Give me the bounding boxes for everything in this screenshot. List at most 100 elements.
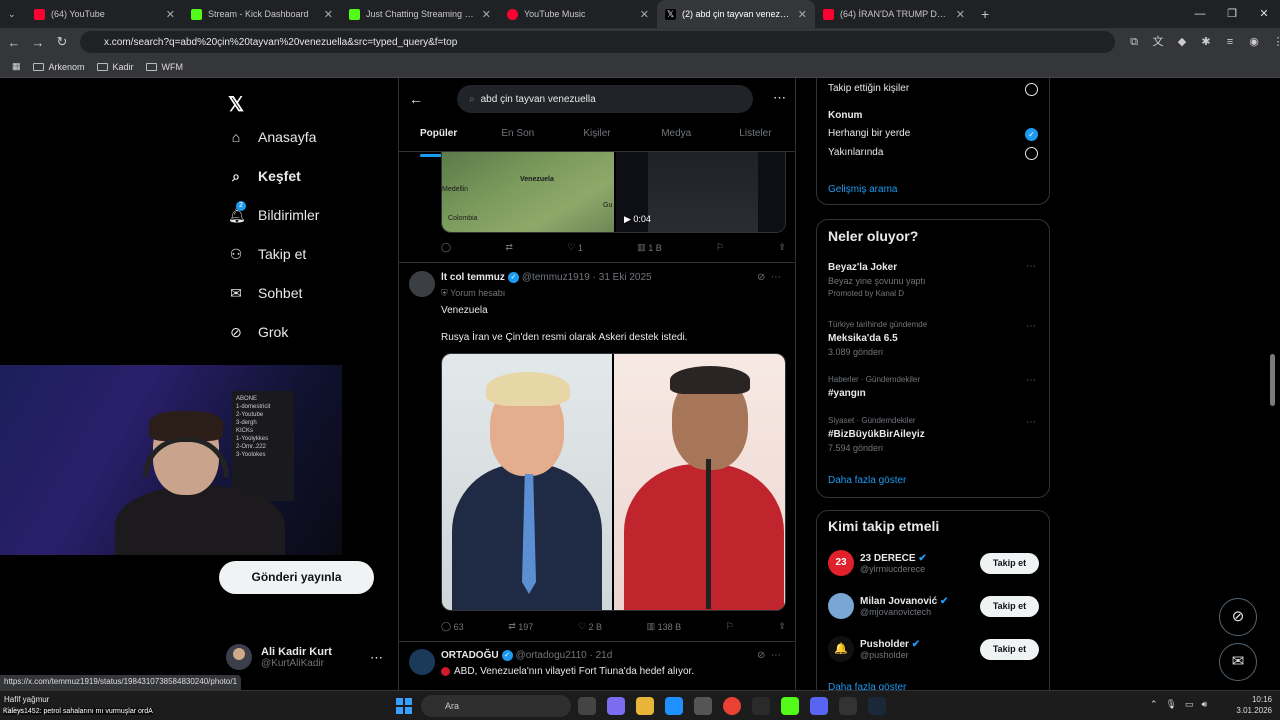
profile-icon[interactable]: ◉	[1245, 32, 1263, 52]
follow-button[interactable]: Takip et	[980, 639, 1039, 660]
trend-item[interactable]: Siyaset · Gündemdekiler #BizBüyükBirAile…	[828, 416, 925, 453]
follow-show-more[interactable]: Daha fazla göster	[828, 682, 906, 690]
close-icon[interactable]: ✕	[950, 8, 965, 21]
more-icon[interactable]: ⋯	[1026, 321, 1036, 332]
repost-button[interactable]: ⇄	[505, 242, 513, 253]
suggested-account[interactable]: 23 23 DERECE ✔ @yirmiucderece	[828, 550, 927, 576]
more-icon[interactable]: ⋯	[1026, 375, 1036, 386]
reply-button[interactable]: ◯	[441, 242, 451, 253]
tab-kick-dashboard[interactable]: Stream - Kick Dashboard ✕	[183, 0, 341, 28]
copilot-icon[interactable]	[607, 697, 625, 715]
tab-latest[interactable]: En Son	[478, 122, 557, 151]
new-tab-button[interactable]: +	[973, 0, 999, 28]
clock[interactable]: 10:16 3.01.2026	[1230, 694, 1272, 716]
like-button[interactable]: ♡ 1	[567, 242, 583, 253]
restore-icon[interactable]: ❐	[1216, 0, 1248, 28]
network-icon[interactable]: ▭	[1185, 699, 1194, 710]
grok-icon[interactable]: ⊘ ⋯	[757, 650, 781, 661]
translate-icon[interactable]: 文	[1149, 32, 1167, 52]
follow-button[interactable]: Takip et	[980, 596, 1039, 617]
chrome-icon[interactable]	[723, 697, 741, 715]
views-button[interactable]: ▥ 138 B	[647, 621, 682, 632]
back-arrow-icon[interactable]: ←	[409, 91, 433, 107]
bookmark-button[interactable]: ⚐	[726, 621, 734, 632]
scrollbar[interactable]	[1270, 354, 1275, 406]
tab-media[interactable]: Medya	[637, 122, 716, 151]
tab-top[interactable]: Popüler	[399, 122, 478, 157]
grok-icon[interactable]: ⊘ ⋯	[757, 272, 781, 283]
post-date[interactable]: · 31 Eki 2025	[593, 272, 652, 283]
author-handle[interactable]: @temmuz1919	[522, 272, 590, 283]
tab-youtube-iran[interactable]: (64) İRAN'DA TRUMP DEPREMİ✕	[815, 0, 973, 28]
close-icon[interactable]: ✕	[476, 8, 491, 21]
mic-icon[interactable]: 🎙︎	[1166, 699, 1177, 710]
start-icon[interactable]	[396, 698, 412, 714]
discord-icon[interactable]	[810, 697, 828, 715]
grok-fab-icon[interactable]: ⊘	[1219, 598, 1257, 636]
bookmark-arkenom[interactable]: Arkenom	[32, 62, 85, 72]
tab-x-search[interactable]: 𝕏 (2) abd çin tayvan venezuel ✕	[657, 0, 815, 28]
kick-icon[interactable]	[781, 697, 799, 715]
back-icon[interactable]: ←	[2, 35, 26, 50]
trend-item[interactable]: Haberler · Gündemdekiler #yangın	[828, 375, 920, 399]
post-date[interactable]: · 21d	[590, 650, 613, 661]
tab-people[interactable]: Kişiler	[557, 122, 636, 151]
post-photo[interactable]	[441, 353, 786, 611]
reload-icon[interactable]: ↻	[50, 34, 74, 50]
media-icon[interactable]: ≡	[1221, 32, 1239, 52]
tab-youtube-music[interactable]: YouTube Music ✕	[499, 0, 657, 28]
close-icon[interactable]: ✕	[318, 8, 333, 21]
tab-list-button[interactable]: ⌄	[0, 0, 26, 28]
app-icon[interactable]	[839, 697, 857, 715]
radio-nearby[interactable]	[1025, 147, 1038, 160]
edge-icon[interactable]	[665, 697, 683, 715]
like-button[interactable]: ♡ 2 B	[578, 621, 602, 632]
close-icon[interactable]: ✕	[792, 8, 807, 21]
share-button[interactable]: ⇪	[778, 242, 786, 253]
author-name[interactable]: ORTADOĞU	[441, 650, 499, 661]
forward-icon[interactable]: →	[26, 35, 50, 50]
filter-people-following[interactable]: Takip ettiğin kişiler	[828, 83, 909, 94]
close-window-icon[interactable]: ✕	[1248, 0, 1280, 28]
extension-icon[interactable]: ⧉	[1125, 32, 1143, 52]
play-icon[interactable]: ▶	[624, 214, 633, 224]
reply-button[interactable]: ◯ 63	[441, 621, 464, 632]
sidebar-item-grok[interactable]: ⊘ Grok	[228, 324, 288, 340]
minimize-icon[interactable]: —	[1184, 0, 1216, 28]
volume-icon[interactable]: 🔊︎	[1202, 699, 1208, 710]
more-icon[interactable]: ⋯	[370, 650, 383, 666]
menu-icon[interactable]: ⋮	[1269, 32, 1280, 52]
sidebar-item-explore[interactable]: ⌕ Keşfet	[228, 168, 301, 184]
store-icon[interactable]	[694, 697, 712, 715]
apps-icon[interactable]: ▦	[12, 61, 21, 72]
bookmark-button[interactable]: ⚐	[716, 242, 724, 253]
steam-icon[interactable]	[868, 697, 886, 715]
chevron-up-icon[interactable]: ⌃	[1150, 699, 1158, 710]
avatar[interactable]	[409, 649, 435, 675]
repost-button[interactable]: ⇄ 197	[508, 621, 533, 632]
close-icon[interactable]: ✕	[160, 8, 175, 21]
sidebar-item-home[interactable]: ⌂ Anasayfa	[228, 129, 317, 145]
more-icon[interactable]: ⋯	[1026, 417, 1036, 428]
bookmark-wfm[interactable]: WFM	[145, 62, 183, 72]
follow-button[interactable]: Takip et	[980, 553, 1039, 574]
file-explorer-icon[interactable]	[636, 697, 654, 715]
extension-icon[interactable]: ◆	[1173, 32, 1191, 52]
messages-fab-icon[interactable]: ✉	[1219, 643, 1257, 681]
map-image[interactable]: Venezuela Medellin Colombia Gu	[442, 152, 614, 232]
url-bar[interactable]: x.com/search?q=abd%20çin%20tayvan%20vene…	[80, 31, 1115, 53]
author-handle[interactable]: @ortadogu2110	[516, 650, 587, 661]
tab-lists[interactable]: Listeler	[716, 122, 795, 151]
post-media[interactable]: Venezuela Medellin Colombia Gu ▶ 0:04	[441, 152, 786, 233]
suggested-account[interactable]: 🔔 Pusholder ✔ @pusholder	[828, 636, 920, 662]
more-icon[interactable]: ⋯	[1026, 261, 1036, 272]
search-options-icon[interactable]: ⋯	[773, 90, 786, 106]
avatar[interactable]	[409, 271, 435, 297]
trend-item[interactable]: Türkiye tarihinde gündemde Meksika'da 6.…	[828, 320, 927, 357]
radio-anywhere[interactable]: ✓	[1025, 128, 1038, 141]
sidebar-item-notifications[interactable]: 🔔︎ 2 Bildirimler	[228, 201, 319, 223]
bookmark-kadir[interactable]: Kadir	[96, 62, 134, 72]
account-switcher[interactable]: Ali Kadir Kurt @KurtAliKadir	[226, 644, 332, 670]
search-input[interactable]: ⌕ abd çin tayvan venezuella	[457, 85, 753, 113]
filter-anywhere[interactable]: Herhangi bir yerde	[828, 128, 910, 139]
